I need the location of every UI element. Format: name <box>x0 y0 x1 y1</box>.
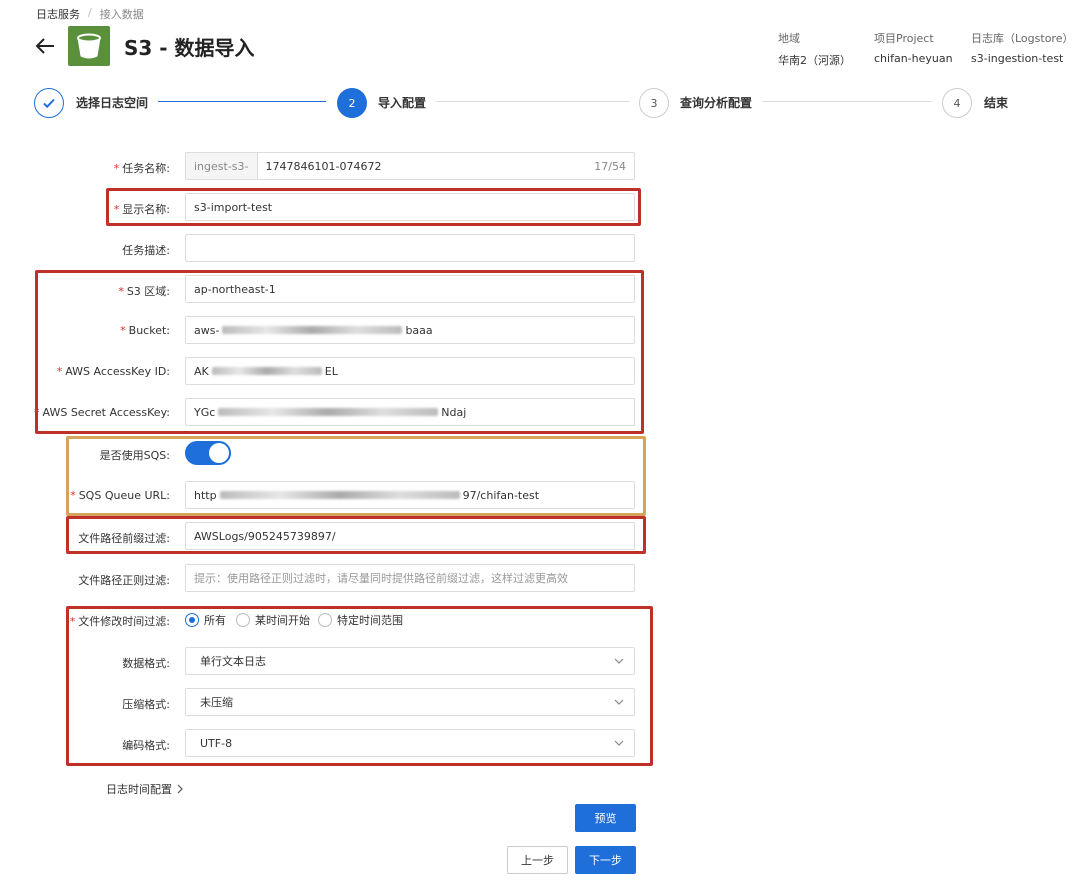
bucket-value-end: baaa <box>405 323 433 337</box>
encoding-select[interactable]: UTF-8 <box>185 729 635 757</box>
data-format-select[interactable]: 单行文本日志 <box>185 647 635 675</box>
compression-value: 未压缩 <box>200 696 233 709</box>
path-prefix-input[interactable]: AWSLogs/905245739897/ <box>185 522 635 550</box>
time-filter-label: * 文件修改时间过滤: <box>69 615 170 628</box>
radio-selected-icon <box>185 613 199 627</box>
step-connector-2 <box>437 101 629 102</box>
bucket-input[interactable]: aws- baaa <box>185 316 635 344</box>
sqs-url-value-start: http <box>194 488 217 502</box>
compression-select[interactable]: 未压缩 <box>185 688 635 716</box>
steps-bar: 选择日志空间 2 导入配置 3 查询分析配置 4 结束 <box>34 86 1044 120</box>
logstore-label: 日志库（Logstore） <box>971 32 1074 45</box>
sqs-url-label: * SQS Queue URL: <box>70 489 170 502</box>
use-sqs-label: 是否使用SQS: <box>99 449 170 462</box>
access-key-id-input[interactable]: AK EL <box>185 357 635 385</box>
access-key-id-value-start: AK <box>194 364 209 378</box>
toggle-knob <box>209 443 229 463</box>
compression-label: 压缩格式: <box>122 698 170 711</box>
bucket-value-start: aws- <box>194 323 220 337</box>
redacted-blur <box>219 491 460 499</box>
preview-button[interactable]: 预览 <box>575 804 636 832</box>
data-format-label: 数据格式: <box>122 657 170 670</box>
radio-all-label: 所有 <box>204 614 226 627</box>
use-sqs-toggle[interactable] <box>185 441 231 465</box>
breadcrumb-current: 接入数据 <box>99 8 144 21</box>
task-name-value: 1747846101-074672 <box>265 159 382 173</box>
chevron-right-icon <box>177 784 183 794</box>
path-regex-label: 文件路径正则过滤: <box>78 574 170 587</box>
time-filter-radio-from[interactable]: 某时间开始 <box>236 612 310 628</box>
secret-key-value-end: Ndaj <box>441 405 467 419</box>
step-connector-3 <box>763 101 931 102</box>
display-name-value: s3-import-test <box>194 200 273 214</box>
step-connector-1 <box>158 101 326 102</box>
secret-key-input[interactable]: YGc Ndaj <box>185 398 635 426</box>
path-prefix-label: 文件路径前缀过滤: <box>78 532 170 545</box>
radio-unselected-icon <box>318 613 332 627</box>
step-3-label: 查询分析配置 <box>680 96 753 110</box>
step-1-label: 选择日志空间 <box>76 96 149 110</box>
project-label: 项目Project <box>874 32 934 45</box>
bucket-label: * Bucket: <box>120 324 170 337</box>
display-name-label: * 显示名称: <box>113 203 170 216</box>
path-regex-placeholder: 提示：使用路径正则过滤时，请尽量同时提供路径前缀过滤，这样过滤更高效 <box>194 572 568 585</box>
step-1-check-icon <box>34 88 64 118</box>
s3-region-value: ap-northeast-1 <box>194 282 276 296</box>
page-title: S3 - 数据导入 <box>124 36 255 60</box>
time-filter-radio-range[interactable]: 特定时间范围 <box>318 612 403 628</box>
region-meta: 地域 华南2（河源） <box>778 30 851 68</box>
sqs-url-value-end: 97/chifan-test <box>462 488 540 502</box>
task-name-count: 17/54 <box>594 159 626 173</box>
chevron-down-icon <box>614 699 624 705</box>
s3-region-input[interactable]: ap-northeast-1 <box>185 275 635 303</box>
task-name-label: * 任务名称: <box>113 162 170 175</box>
encoding-value: UTF-8 <box>200 736 233 750</box>
region-value: 华南2（河源） <box>778 54 851 67</box>
encoding-label: 编码格式: <box>122 739 170 752</box>
redacted-blur <box>222 326 403 334</box>
region-label: 地域 <box>778 32 800 45</box>
breadcrumb: 日志服务 / 接入数据 <box>36 6 144 22</box>
task-name-input[interactable]: ingest-s3- 1747846101-074672 17/54 <box>185 152 635 180</box>
s3-bucket-icon <box>68 26 110 66</box>
logstore-meta: 日志库（Logstore） s3-ingestion-test <box>971 30 1073 65</box>
chevron-down-icon <box>614 658 624 664</box>
radio-unselected-icon <box>236 613 250 627</box>
time-filter-radio-all[interactable]: 所有 <box>185 612 226 628</box>
secret-key-label: * AWS Secret AccessKey: <box>34 406 170 419</box>
step-2-circle: 2 <box>337 88 367 118</box>
prev-step-button[interactable]: 上一步 <box>507 846 568 874</box>
path-regex-input[interactable]: 提示：使用路径正则过滤时，请尽量同时提供路径前缀过滤，这样过滤更高效 <box>185 564 635 592</box>
redacted-blur <box>211 367 322 375</box>
next-step-button[interactable]: 下一步 <box>575 846 636 874</box>
access-key-id-value-end: EL <box>324 364 338 378</box>
logstore-value: s3-ingestion-test <box>971 52 1064 65</box>
radio-from-label: 某时间开始 <box>255 614 310 627</box>
path-prefix-value: AWSLogs/905245739897/ <box>194 529 336 543</box>
breadcrumb-separator: / <box>88 6 92 19</box>
log-time-config-link[interactable]: 日志时间配置 <box>106 781 184 797</box>
s3-region-label: * S3 区域: <box>118 285 170 298</box>
sqs-url-input[interactable]: http 97/chifan-test <box>185 481 635 509</box>
task-desc-input[interactable] <box>185 234 635 262</box>
secret-key-value-start: YGc <box>194 405 216 419</box>
project-value: chifan-heyuan <box>874 52 953 65</box>
project-meta: 项目Project chifan-heyuan <box>874 30 953 65</box>
step-2-label: 导入配置 <box>378 96 427 110</box>
access-key-id-label: * AWS AccessKey ID: <box>56 365 170 378</box>
data-format-value: 单行文本日志 <box>200 655 266 668</box>
redacted-blur <box>218 408 439 416</box>
task-desc-label: 任务描述: <box>122 244 170 257</box>
step-4-circle: 4 <box>942 88 972 118</box>
step-4-label: 结束 <box>984 96 1009 110</box>
step-3-circle: 3 <box>639 88 669 118</box>
back-arrow-icon[interactable] <box>34 34 58 58</box>
log-time-config-label: 日志时间配置 <box>106 783 172 796</box>
breadcrumb-root[interactable]: 日志服务 <box>36 6 80 22</box>
task-name-prefix: ingest-s3- <box>186 153 258 179</box>
radio-range-label: 特定时间范围 <box>337 614 403 627</box>
chevron-down-icon <box>614 740 624 746</box>
display-name-input[interactable]: s3-import-test <box>185 193 635 221</box>
